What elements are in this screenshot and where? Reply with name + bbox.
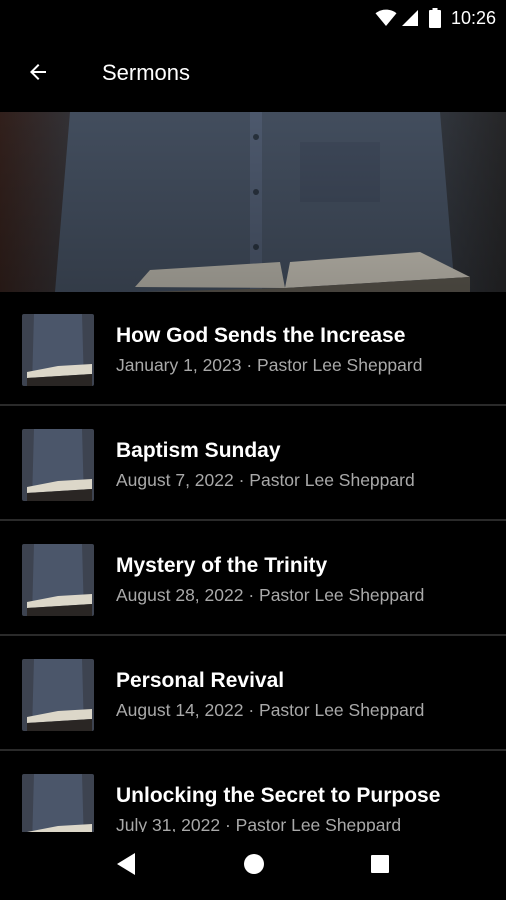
sermon-meta: January 1, 2023 · Pastor Lee Sheppard	[116, 355, 423, 375]
sermon-meta: July 31, 2022 · Pastor Lee Sheppard	[116, 815, 402, 832]
back-button[interactable]	[16, 54, 60, 94]
back-triangle-icon	[115, 852, 137, 881]
sermon-meta: August 14, 2022 · Pastor Lee Sheppard	[116, 700, 425, 720]
sermon-thumbnail	[22, 774, 94, 832]
divider	[0, 404, 506, 406]
sermon-title: Mystery of the Trinity	[116, 554, 328, 577]
navigation-bar	[0, 832, 506, 900]
sermon-meta: August 7, 2022 · Pastor Lee Sheppard	[116, 470, 415, 490]
page-title: Sermons	[102, 60, 191, 85]
sermon-title: Unlocking the Secret to Purpose	[116, 784, 441, 807]
sermon-title: Personal Revival	[116, 669, 285, 692]
list-item[interactable]: Personal Revival August 14, 2022 · Pasto…	[0, 637, 506, 751]
sermon-meta: August 28, 2022 · Pastor Lee Sheppard	[116, 585, 425, 605]
divider	[0, 519, 506, 521]
divider	[0, 749, 506, 751]
hero-image	[0, 112, 506, 292]
list-item[interactable]: How God Sends the Increase January 1, 20…	[0, 292, 506, 406]
recents-square-icon	[370, 854, 390, 879]
status-bar: 10:26	[0, 0, 506, 36]
nav-back-button[interactable]	[110, 850, 142, 882]
wifi-icon	[375, 9, 397, 27]
battery-icon	[428, 8, 441, 28]
list-item[interactable]: Mystery of the Trinity August 28, 2022 ·…	[0, 522, 506, 636]
status-icons: 10:26	[375, 6, 496, 30]
sermon-thumbnail	[22, 429, 94, 501]
sermon-list: How God Sends the Increase January 1, 20…	[0, 292, 506, 832]
sermon-thumbnail	[22, 314, 94, 386]
sermon-thumbnail	[22, 544, 94, 616]
app-bar: Sermons	[0, 36, 506, 112]
sermon-thumbnail	[22, 659, 94, 731]
sermon-title: Baptism Sunday	[116, 439, 281, 462]
home-circle-icon	[243, 853, 265, 880]
status-time: 10:26	[450, 7, 496, 28]
nav-recents-button[interactable]	[364, 850, 396, 882]
divider	[0, 634, 506, 636]
sermon-title: How God Sends the Increase	[116, 324, 406, 347]
list-item[interactable]: Unlocking the Secret to Purpose July 31,…	[0, 752, 506, 832]
list-item[interactable]: Baptism Sunday August 7, 2022 · Pastor L…	[0, 407, 506, 521]
cellular-signal-icon	[401, 9, 419, 27]
arrow-left-icon	[26, 60, 50, 89]
nav-home-button[interactable]	[238, 850, 270, 882]
